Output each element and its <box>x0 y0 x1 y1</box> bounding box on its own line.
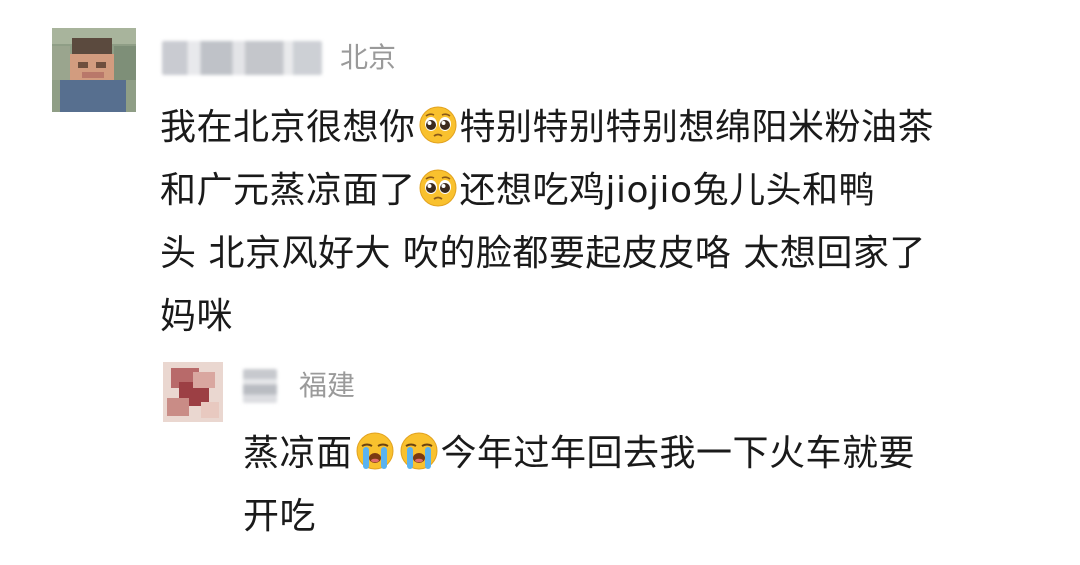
comment-header: 福建 <box>243 368 355 404</box>
ip-location-label: 北京 <box>340 41 397 74</box>
comment-line: 蒸凉面 今年过年回去我一下火车就要 <box>243 422 1043 485</box>
comment-text: 蒸凉面 今年过年回去我一下火车就要 开吃 <box>243 422 1043 548</box>
comment-line: 开吃 <box>243 485 1043 548</box>
user-avatar[interactable] <box>163 362 223 422</box>
pleading-face-icon <box>418 168 458 208</box>
comment-line: 我在北京很想你 特别特别特别想绵阳米粉油茶 <box>160 96 1050 159</box>
ip-location-label: 福建 <box>299 369 356 402</box>
text-segment: 特别特别特别想绵阳米粉油茶 <box>459 107 935 148</box>
loudly-crying-face-icon <box>399 431 439 471</box>
comment-line: 和广元蒸凉面了 还想吃鸡jiojio兔儿头和鸭 <box>160 159 1050 222</box>
text-segment: 我在北京很想你 <box>160 107 416 148</box>
comment-text: 我在北京很想你 特别特别特别想绵阳米粉油茶 和广元蒸凉面了 还想吃鸡jiojio兔儿… <box>160 96 1050 348</box>
pleading-face-icon <box>418 105 458 145</box>
comment-line: 妈咪 <box>160 285 1050 348</box>
user-avatar[interactable] <box>52 28 136 112</box>
text-segment: 开吃 <box>243 496 317 537</box>
loudly-crying-face-icon <box>355 431 395 471</box>
comment-line: 头 北京风好大 吹的脸都要起皮皮咯 太想回家了 <box>160 222 1050 285</box>
comment-header: 北京 <box>162 38 396 78</box>
text-segment: 头 北京风好大 吹的脸都要起皮皮咯 太想回家了 <box>160 233 926 274</box>
text-segment: 妈咪 <box>160 296 234 337</box>
text-segment: 今年过年回去我一下火车就要 <box>440 433 916 474</box>
text-segment: 还想吃鸡jiojio兔儿头和鸭 <box>459 170 876 211</box>
text-segment: 和广元蒸凉面了 <box>160 170 416 211</box>
username-blurred[interactable] <box>243 369 277 403</box>
username-blurred[interactable] <box>162 41 322 75</box>
text-segment: 蒸凉面 <box>243 433 353 474</box>
